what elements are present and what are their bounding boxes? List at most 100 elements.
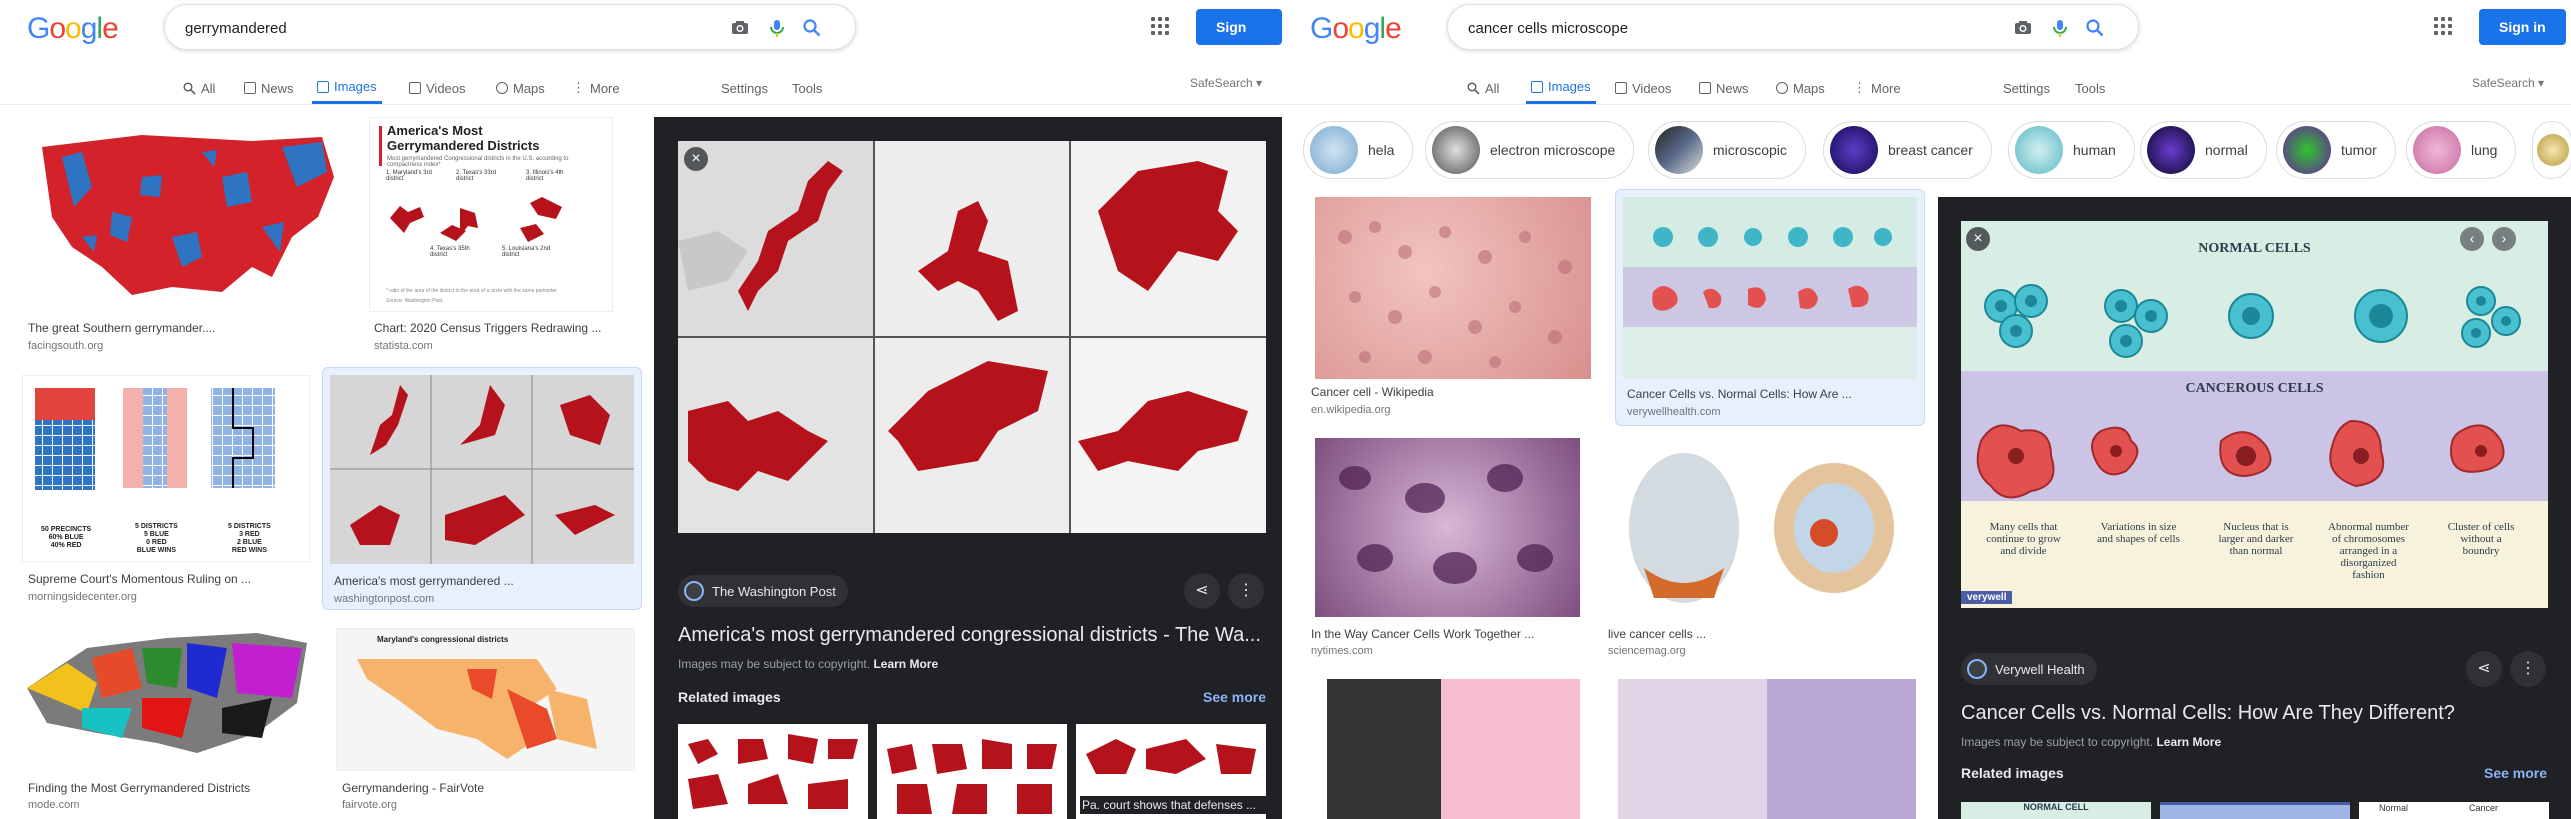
chip-breast-cancer[interactable]: breast cancer — [1823, 121, 1992, 179]
tab-settings[interactable]: Settings — [2003, 72, 2050, 104]
result-image[interactable] — [330, 375, 634, 564]
camera-icon[interactable] — [2013, 18, 2033, 38]
tab-tools[interactable]: Tools — [2075, 72, 2105, 104]
result-image[interactable] — [1618, 679, 1916, 819]
tab-maps[interactable]: Maps — [496, 72, 545, 104]
related-image[interactable] — [877, 724, 1067, 819]
apps-grid-icon[interactable] — [1151, 17, 1169, 35]
search-query[interactable]: cancer cells microscope — [1468, 20, 1628, 37]
search-icon[interactable] — [2085, 18, 2105, 38]
tab-images[interactable]: Images — [1526, 72, 1596, 104]
tab-tools[interactable]: Tools — [792, 72, 822, 104]
tab-all[interactable]: All — [183, 72, 215, 104]
result-caption[interactable]: The great Southern gerrymander.... — [28, 321, 348, 335]
search-icon[interactable] — [802, 18, 822, 38]
sign-in-button[interactable]: Sign in — [2479, 9, 2566, 45]
see-more-link[interactable]: See more — [1203, 689, 1266, 705]
next-image-icon[interactable]: › — [2492, 227, 2516, 251]
related-image[interactable] — [2160, 802, 2350, 819]
previous-image-icon[interactable]: ‹ — [2460, 227, 2484, 251]
tab-news[interactable]: News — [244, 72, 294, 104]
result-image[interactable] — [1327, 679, 1580, 819]
chip-tumor[interactable]: tumor — [2276, 121, 2396, 179]
close-icon[interactable]: × — [1966, 227, 1990, 251]
share-icon[interactable]: ⋖ — [2466, 651, 2502, 687]
result-caption[interactable]: America's most gerrymandered ... — [334, 574, 634, 588]
tab-images[interactable]: Images — [312, 72, 382, 104]
search-query[interactable]: gerrymandered — [185, 20, 287, 37]
chip-hela[interactable]: hela — [1303, 121, 1414, 179]
related-image[interactable]: Pa. court shows that defenses ... — [1076, 724, 1266, 819]
tab-all[interactable]: All — [1467, 72, 1499, 104]
result-source[interactable]: verywellhealth.com — [1627, 406, 1721, 418]
result-source[interactable]: morningsidecenter.org — [28, 591, 137, 603]
source-chip[interactable]: Verywell Health — [1961, 653, 2097, 685]
tab-videos[interactable]: Videos — [409, 72, 466, 104]
chip-electron-microscope[interactable]: electron microscope — [1425, 121, 1635, 179]
chip-microscopic[interactable]: microscopic — [1648, 121, 1806, 179]
chip-next[interactable] — [2532, 121, 2571, 179]
related-image[interactable] — [678, 724, 868, 819]
result-caption[interactable]: Chart: 2020 Census Triggers Redrawing ..… — [374, 321, 614, 335]
google-logo[interactable]: Google — [1310, 12, 1402, 46]
chip-normal[interactable]: normal — [2140, 121, 2267, 179]
result-source[interactable]: mode.com — [28, 799, 79, 811]
result-source[interactable]: washingtonpost.com — [334, 593, 434, 605]
camera-icon[interactable] — [730, 18, 750, 38]
result-image[interactable] — [1604, 438, 1916, 617]
result-caption[interactable]: Gerrymandering - FairVote — [342, 781, 632, 795]
result-image[interactable] — [22, 628, 319, 771]
result-source[interactable]: sciencemag.org — [1608, 645, 1686, 657]
result-image[interactable] — [22, 117, 351, 312]
source-chip[interactable]: The Washington Post — [678, 575, 848, 607]
result-caption[interactable]: Finding the Most Gerrymandered Districts — [28, 781, 318, 795]
safesearch-toggle[interactable]: SafeSearch ▾ — [2472, 76, 2544, 90]
preview-image[interactable]: NORMAL CELLS CANCEROUS CELLS Many cells … — [1961, 221, 2548, 608]
result-image[interactable] — [1623, 197, 1917, 379]
tab-news[interactable]: News — [1699, 72, 1749, 104]
result-image[interactable]: Maryland's congressional districts — [336, 628, 635, 771]
result-image[interactable] — [1315, 197, 1591, 379]
result-caption[interactable]: Cancer cell - Wikipedia — [1311, 385, 1591, 399]
related-caption[interactable]: Pa. court shows that defenses ... — [1080, 796, 1266, 814]
preview-title[interactable]: America's most gerrymandered congression… — [678, 624, 1268, 647]
result-image[interactable]: America's Most Gerrymandered Districts Mo… — [369, 117, 613, 312]
result-image[interactable]: 50 PRECINCTS 60% BLUE 40% RED 5 DISTRICTS 5… — [22, 375, 310, 562]
share-icon[interactable]: ⋖ — [1184, 573, 1220, 609]
result-caption[interactable]: In the Way Cancer Cells Work Together ..… — [1311, 627, 1586, 641]
tab-more[interactable]: ⋮ More — [1853, 72, 1901, 104]
tab-settings[interactable]: Settings — [721, 72, 768, 104]
more-options-icon[interactable]: ⋮ — [2510, 651, 2546, 687]
learn-more-link[interactable]: Learn More — [873, 657, 938, 671]
result-source[interactable]: facingsouth.org — [28, 340, 103, 352]
see-more-link[interactable]: See more — [2484, 765, 2547, 781]
result-source[interactable]: nytimes.com — [1311, 645, 1373, 657]
safesearch-toggle[interactable]: SafeSearch ▾ — [1190, 76, 1262, 90]
chip-lung[interactable]: lung — [2406, 121, 2517, 179]
more-options-icon[interactable]: ⋮ — [1228, 573, 1264, 609]
tab-videos[interactable]: Videos — [1615, 72, 1672, 104]
related-image[interactable]: Normal Cancer — [2359, 802, 2549, 819]
search-box[interactable]: gerrymandered — [164, 4, 856, 50]
preview-title[interactable]: Cancer Cells vs. Normal Cells: How Are T… — [1961, 702, 2551, 725]
search-box[interactable]: cancer cells microscope — [1447, 4, 2139, 50]
learn-more-link[interactable]: Learn More — [2156, 735, 2221, 749]
result-caption[interactable]: Cancer Cells vs. Normal Cells: How Are .… — [1627, 387, 1922, 401]
preview-image[interactable] — [678, 141, 1266, 533]
result-image[interactable] — [1315, 438, 1580, 617]
microphone-icon[interactable] — [767, 18, 787, 38]
tab-maps[interactable]: Maps — [1776, 72, 1825, 104]
microphone-icon[interactable] — [2050, 18, 2070, 38]
result-caption[interactable]: live cancer cells ... — [1608, 627, 1908, 641]
related-image[interactable]: NORMAL CELL — [1961, 802, 2151, 819]
result-source[interactable]: en.wikipedia.org — [1311, 404, 1391, 416]
result-caption[interactable]: Supreme Court's Momentous Ruling on ... — [28, 572, 318, 586]
google-logo[interactable]: Google — [27, 12, 119, 46]
tab-more[interactable]: ⋮ More — [572, 72, 620, 104]
result-source[interactable]: statista.com — [374, 340, 433, 352]
result-source[interactable]: fairvote.org — [342, 799, 397, 811]
sign-in-button[interactable]: Sign in — [1196, 9, 1282, 71]
chip-human[interactable]: human — [2008, 121, 2135, 179]
close-icon[interactable]: × — [684, 147, 708, 171]
apps-grid-icon[interactable] — [2434, 17, 2452, 35]
